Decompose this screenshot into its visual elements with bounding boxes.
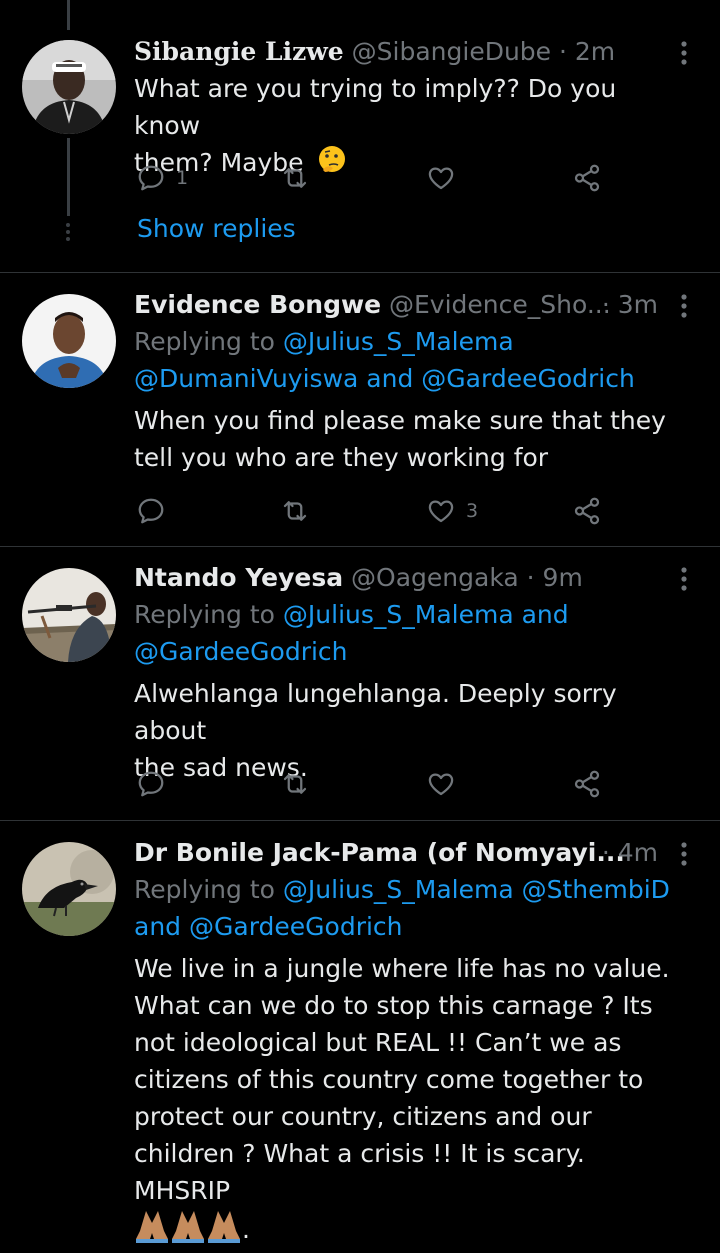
and-word: and — [521, 600, 569, 629]
tweet-header: Dr Bonile Jack-Pama (of Nomyayi... · 4m — [134, 835, 687, 871]
share-icon — [574, 164, 600, 192]
reply-count: 1 — [176, 167, 189, 189]
user-handle[interactable]: @SibangieDube — [352, 37, 551, 66]
replying-to: Replying to @Julius_S_Malema @SthembiD a… — [134, 871, 686, 945]
timestamp[interactable]: 9m — [543, 563, 583, 592]
more-options-icon[interactable] — [674, 566, 694, 602]
heart-icon — [428, 500, 454, 523]
mention-link[interactable]: @SthembiD — [522, 875, 670, 904]
mention-link[interactable]: @DumaniVuyiswa — [134, 364, 358, 393]
more-options-icon[interactable] — [674, 841, 694, 877]
thread-line — [67, 0, 70, 30]
timestamp[interactable]: 3m — [618, 290, 658, 319]
tweet-text-line: children ? What a crisis !! It is scary.… — [134, 1139, 585, 1205]
avatar[interactable] — [22, 842, 116, 936]
tweet-divider — [0, 546, 720, 547]
tweet-text-line: We live in a jungle where life has no va… — [134, 954, 670, 983]
user-handle[interactable]: @Oagengaka — [351, 563, 519, 592]
tweet-text-fragment: . — [242, 1215, 250, 1244]
display-name[interactable]: Ntando Yeyesa — [134, 563, 343, 592]
like-button[interactable] — [426, 764, 456, 804]
timestamp[interactable]: 2m — [575, 37, 615, 66]
reply-icon — [138, 771, 164, 797]
tweet-header: Ntando Yeyesa @Oagengaka · 9m — [134, 560, 687, 596]
heart-icon — [428, 167, 454, 190]
heart-icon — [428, 773, 454, 796]
share-button[interactable] — [572, 491, 602, 531]
share-button[interactable] — [572, 158, 602, 198]
like-button[interactable]: 3 — [426, 491, 478, 531]
user-handle[interactable]: @Evidence_Sho... — [389, 290, 611, 319]
mention-link[interactable]: @GardeeGodrich — [421, 364, 635, 393]
tweet-text-line: citizens of this country come together t… — [134, 1065, 644, 1094]
mention-link[interactable]: @GardeeGodrich — [189, 912, 403, 941]
avatar[interactable] — [22, 40, 116, 134]
replying-to-label: Replying to — [134, 600, 275, 629]
replying-to: Replying to @Julius_S_Malema @DumaniVuyi… — [134, 323, 686, 397]
tweet-text-line: not ideological but REAL !! Can’t we as — [134, 1028, 622, 1057]
more-options-icon[interactable] — [674, 293, 694, 329]
dot-separator: · — [526, 563, 535, 592]
replying-to: Replying to @Julius_S_Malema and @Gardee… — [134, 596, 686, 670]
more-options-icon[interactable] — [674, 40, 694, 76]
display-name[interactable]: Evidence Bongwe — [134, 290, 381, 319]
display-name[interactable]: Sibangie Lizwe — [134, 37, 344, 66]
reply-icon — [138, 165, 164, 191]
tweet-text-line: Alwehlanga lungehlanga. Deeply sorry abo… — [134, 679, 617, 745]
thread-line — [67, 138, 70, 216]
display-name[interactable]: Dr Bonile Jack-Pama (of Nomyayi... — [134, 838, 625, 867]
avatar[interactable] — [22, 568, 116, 662]
retweet-icon — [283, 501, 307, 521]
avatar[interactable] — [22, 294, 116, 388]
reply-icon — [138, 498, 164, 524]
share-icon — [574, 497, 600, 525]
tweet-text: When you find please make sure that they… — [134, 402, 686, 476]
tweet-header: Sibangie Lizwe @SibangieDube · 2m — [134, 34, 687, 70]
timestamp[interactable]: 4m — [618, 838, 658, 867]
like-count: 3 — [466, 500, 479, 522]
mention-link[interactable]: @Julius_S_Malema — [283, 327, 514, 356]
tweet-text-line: What can we do to stop this carnage ? It… — [134, 991, 653, 1020]
tweet-actions: 1 — [134, 158, 604, 198]
tweet-actions — [134, 764, 604, 804]
share-button[interactable] — [572, 764, 602, 804]
reply-button[interactable] — [136, 491, 166, 531]
replying-to-label: Replying to — [134, 327, 275, 356]
dot-separator: · — [601, 290, 610, 319]
reply-button[interactable] — [136, 764, 166, 804]
tweet-text-line: What are you trying to imply?? Do you kn… — [134, 74, 617, 140]
reply-button[interactable]: 1 — [136, 158, 188, 198]
and-word: and — [366, 364, 414, 393]
tweet-divider — [0, 272, 720, 273]
tweet-text-line: . — [134, 1209, 686, 1253]
tweet-text-line: When you find please make sure that they — [134, 406, 666, 435]
dot-separator: · — [559, 37, 567, 66]
show-replies-link[interactable]: Show replies — [137, 214, 296, 243]
retweet-button[interactable] — [280, 158, 310, 198]
retweet-icon — [283, 168, 307, 188]
mention-link[interactable]: @Julius_S_Malema — [283, 600, 514, 629]
like-button[interactable] — [426, 158, 456, 198]
retweet-icon — [283, 774, 307, 794]
tweet-header: Evidence Bongwe @Evidence_Sho... · 3m — [134, 287, 687, 323]
thread-dots — [64, 222, 72, 242]
mention-link[interactable]: @Julius_S_Malema — [283, 875, 514, 904]
replying-to-label: Replying to — [134, 875, 275, 904]
share-icon — [574, 770, 600, 798]
retweet-button[interactable] — [280, 764, 310, 804]
tweet-text-line: tell you who are they working for — [134, 443, 549, 472]
mention-link[interactable]: @GardeeGodrich — [134, 637, 348, 666]
praying-hands-emoji-icon — [134, 1209, 242, 1253]
tweet-divider — [0, 820, 720, 821]
tweet-actions: 3 — [134, 491, 604, 531]
and-word: and — [134, 912, 182, 941]
tweet-text-line: protect our country, citizens and our — [134, 1102, 592, 1131]
retweet-button[interactable] — [280, 491, 310, 531]
dot-separator: · — [601, 838, 610, 867]
